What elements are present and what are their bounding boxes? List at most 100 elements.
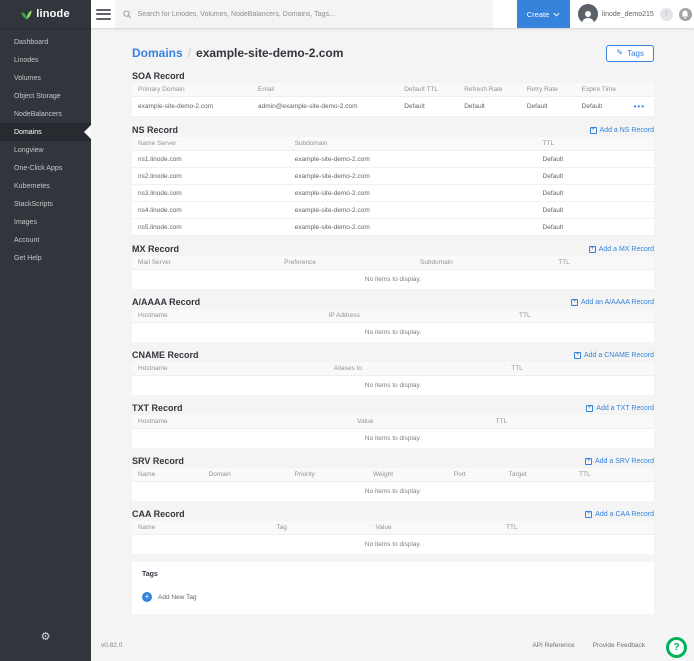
- sidebar-item-object-storage[interactable]: Object Storage: [0, 87, 91, 105]
- a-table: Hostname IP Address TTL No items to disp…: [132, 309, 654, 342]
- sidebar-item-account[interactable]: Account: [0, 231, 91, 249]
- column-header: Hostname: [132, 312, 323, 319]
- mx-table-header: Mail Server Preference Subdomain TTL: [132, 256, 654, 270]
- empty-state-text: No items to display.: [365, 488, 421, 495]
- table-row: ns5.linode.com example-site-demo-2.com D…: [132, 219, 654, 236]
- sidebar-item-nodebalancers[interactable]: NodeBalancers: [0, 105, 91, 123]
- add-srv-record-link[interactable]: + Add a SRV Record: [585, 458, 654, 465]
- table-row: ns4.linode.com example-site-demo-2.com D…: [132, 202, 654, 219]
- soa-section-title: SOA Record: [132, 71, 185, 81]
- column-header: Subdomain: [289, 140, 537, 147]
- column-header: TTL: [537, 140, 654, 147]
- a-table-header: Hostname IP Address TTL: [132, 309, 654, 323]
- add-srv-record-label: Add a SRV Record: [595, 458, 654, 465]
- ns-name-server: ns4.linode.com: [132, 207, 289, 214]
- ns-section-title: NS Record: [132, 125, 178, 135]
- plus-square-icon: +: [586, 405, 593, 412]
- txt-record-section: TXT Record + Add a TXT Record Hostname V…: [132, 401, 654, 448]
- add-caa-record-label: Add a CAA Record: [595, 511, 654, 518]
- bell-icon: [681, 10, 689, 19]
- soa-email: admin@example-site-demo-2.com: [252, 103, 398, 110]
- soa-default-ttl: Default: [398, 103, 458, 110]
- plus-square-icon: +: [585, 511, 592, 518]
- add-mx-record-link[interactable]: + Add a MX Record: [589, 246, 654, 253]
- settings-gear-icon[interactable]: ⚙: [0, 632, 91, 643]
- status-icon[interactable]: !: [660, 8, 673, 21]
- txt-table-header: Hostname Value TTL: [132, 415, 654, 429]
- username-label[interactable]: linode_demo215: [602, 11, 654, 18]
- question-mark-icon: ?: [669, 640, 684, 655]
- ns-record-section: NS Record + Add a NS Record Name Server …: [132, 123, 654, 236]
- mx-section-title: MX Record: [132, 244, 179, 254]
- add-cname-record-link[interactable]: + Add a CNAME Record: [574, 352, 654, 359]
- provide-feedback-link[interactable]: Provide Feedback: [593, 642, 645, 649]
- add-caa-record-link[interactable]: + Add a CAA Record: [585, 511, 654, 518]
- sidebar-item-get-help[interactable]: Get Help: [0, 249, 91, 267]
- create-button[interactable]: Create: [517, 0, 570, 28]
- empty-state-text: No items to display.: [365, 435, 421, 442]
- page-title: example-site-demo-2.com: [196, 46, 343, 60]
- soa-record-section: SOA Record Primary Domain Email Default …: [132, 69, 654, 117]
- search-input[interactable]: [138, 11, 485, 18]
- empty-state-row: No items to display.: [132, 482, 654, 501]
- add-ns-record-link[interactable]: + Add a NS Record: [590, 127, 654, 134]
- soa-refresh-rate: Default: [458, 103, 521, 110]
- sidebar-item-one-click-apps[interactable]: One-Click Apps: [0, 159, 91, 177]
- search-icon: [123, 10, 132, 19]
- sidebar-item-kubernetes[interactable]: Kubernetes: [0, 177, 91, 195]
- breadcrumb: Domains / example-site-demo-2.com: [132, 46, 343, 60]
- sidebar-item-longview[interactable]: Longview: [0, 141, 91, 159]
- soa-table-row: example-site-demo-2.com admin@example-si…: [132, 97, 654, 117]
- breadcrumb-domains-link[interactable]: Domains: [132, 46, 183, 60]
- plus-square-icon: +: [585, 458, 592, 465]
- sidebar-item-volumes[interactable]: Volumes: [0, 69, 91, 87]
- api-reference-link[interactable]: API Reference: [532, 642, 574, 649]
- empty-state-row: No items to display.: [132, 535, 654, 554]
- menu-toggle-icon[interactable]: [91, 0, 115, 28]
- sidebar-item-domains[interactable]: Domains: [0, 123, 91, 141]
- add-txt-record-label: Add a TXT Record: [596, 405, 654, 412]
- sidebar-item-dashboard[interactable]: Dashboard: [0, 33, 91, 51]
- ns-table-header: Name Server Subdomain TTL: [132, 137, 654, 151]
- linode-logo[interactable]: linode: [0, 0, 91, 28]
- tags-button-label: Tags: [627, 49, 644, 58]
- column-header: Name: [132, 524, 270, 531]
- ns-subdomain: example-site-demo-2.com: [289, 190, 537, 197]
- sidebar-item-linodes[interactable]: Linodes: [0, 51, 91, 69]
- add-txt-record-link[interactable]: + Add a TXT Record: [586, 405, 654, 412]
- caa-table-header: Name Tag Value TTL: [132, 521, 654, 535]
- logo-wordmark: linode: [36, 8, 70, 20]
- column-header: Weight: [367, 471, 448, 478]
- sidebar-item-stackscripts[interactable]: StackScripts: [0, 195, 91, 213]
- empty-state-row: No items to display.: [132, 429, 654, 448]
- caa-record-section: CAA Record + Add a CAA Record Name Tag V…: [132, 507, 654, 554]
- empty-state-row: No items to display.: [132, 323, 654, 342]
- column-header: Default TTL: [398, 86, 458, 93]
- plus-square-icon: +: [574, 352, 581, 359]
- user-avatar[interactable]: [578, 4, 598, 24]
- global-search: [115, 0, 493, 28]
- srv-section-title: SRV Record: [132, 456, 184, 466]
- tags-panel-title: Tags: [142, 571, 644, 578]
- empty-state-row: No items to display.: [132, 376, 654, 395]
- add-a-record-link[interactable]: + Add an A/AAAA Record: [571, 299, 654, 306]
- soa-primary-domain: example-site-demo-2.com: [132, 103, 252, 110]
- column-header: TTL: [552, 259, 654, 266]
- column-header: Hostname: [132, 418, 351, 425]
- ns-name-server: ns3.linode.com: [132, 190, 289, 197]
- add-a-record-label: Add an A/AAAA Record: [581, 299, 654, 306]
- mx-table: Mail Server Preference Subdomain TTL No …: [132, 256, 654, 289]
- add-new-tag-button[interactable]: + Add New Tag: [142, 592, 644, 602]
- help-button[interactable]: ?: [666, 637, 687, 658]
- tags-button[interactable]: ✎ Tags: [606, 45, 654, 62]
- ns-table: Name Server Subdomain TTL ns1.linode.com…: [132, 137, 654, 236]
- table-row: ns2.linode.com example-site-demo-2.com D…: [132, 168, 654, 185]
- soa-table: Primary Domain Email Default TTL Refresh…: [132, 83, 654, 117]
- empty-state-text: No items to display.: [365, 541, 421, 548]
- notifications-bell-icon[interactable]: [679, 8, 692, 21]
- ns-ttl: Default: [537, 156, 654, 163]
- add-mx-record-label: Add a MX Record: [599, 246, 654, 253]
- sidebar-item-images[interactable]: Images: [0, 213, 91, 231]
- ns-ttl: Default: [537, 207, 654, 214]
- empty-state-row: No items to display.: [132, 270, 654, 289]
